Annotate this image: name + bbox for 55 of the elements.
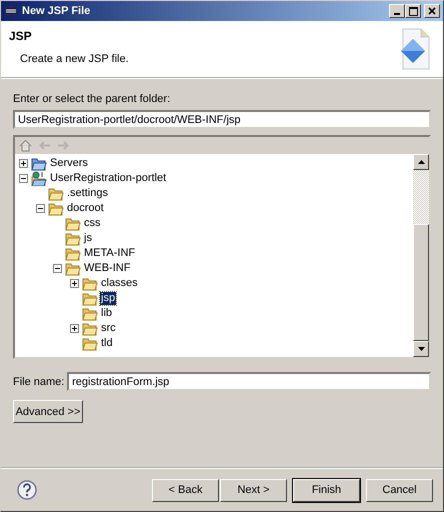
scrollbar[interactable]: [413, 154, 429, 358]
tree-item[interactable]: UserRegistration-portlet: [49, 172, 168, 186]
up-arrow-icon[interactable]: [418, 160, 424, 164]
tree-item[interactable]: src: [100, 322, 117, 336]
home-icon[interactable]: [19, 139, 32, 152]
tree-item[interactable]: tld: [100, 337, 114, 350]
tree-item[interactable]: WEB-INF: [83, 262, 132, 276]
eclipse-icon: [4, 4, 18, 18]
advanced-button[interactable]: Advanced >>: [13, 400, 83, 424]
dialog-button[interactable]: Finish: [293, 478, 360, 502]
folder-icon: [48, 201, 64, 216]
window-title: New JSP File: [22, 4, 92, 19]
maximize-button[interactable]: [405, 4, 422, 18]
maximize-icon: [408, 6, 418, 16]
file-name-label: File name:: [13, 374, 64, 390]
folder-icon: [82, 306, 98, 322]
dialog-button[interactable]: < Back: [152, 478, 219, 502]
dialog-button[interactable]: Cancel: [366, 478, 433, 502]
dialog-button[interactable]: Next >: [220, 478, 287, 502]
parent-folder-field[interactable]: UserRegistration-portlet/docroot/WEB-INF/jsp: [13, 110, 431, 130]
collapse-icon[interactable]: [19, 174, 28, 184]
expand-icon[interactable]: [19, 159, 28, 168]
folder-icon: [65, 261, 81, 276]
folder-icon: [31, 156, 47, 172]
tree-item[interactable]: js: [83, 232, 93, 246]
tree-item[interactable]: jsp: [100, 292, 116, 306]
tree-item[interactable]: css: [83, 217, 102, 230]
folder-icon: [82, 291, 98, 306]
folder-icon: [65, 246, 81, 262]
folder-icon: [65, 216, 81, 232]
expand-icon[interactable]: [70, 324, 79, 334]
folder-icon: [48, 186, 64, 202]
header-description: Create a new JSP file.: [19, 52, 130, 67]
close-button[interactable]: [424, 4, 440, 18]
file-name-field[interactable]: registrationForm.jsp: [67, 372, 431, 392]
expand-icon[interactable]: [70, 279, 79, 288]
tree-item[interactable]: META-INF: [83, 247, 136, 260]
folder-icon: [65, 231, 81, 246]
folder-icon: [82, 276, 98, 292]
folder-icon: [82, 321, 98, 336]
down-arrow-icon[interactable]: [418, 347, 424, 352]
tree-item[interactable]: Servers: [49, 157, 89, 170]
project-icon: [31, 171, 47, 186]
help-icon[interactable]: [17, 480, 37, 500]
close-icon: [428, 7, 436, 15]
header-title: JSP: [9, 28, 33, 45]
collapse-icon[interactable]: [53, 264, 62, 274]
tree-item[interactable]: docroot: [66, 202, 105, 216]
tree-item[interactable]: classes: [100, 277, 139, 290]
tree-item[interactable]: lib: [100, 307, 114, 320]
minimize-button[interactable]: [389, 4, 406, 18]
tree-item[interactable]: .settings: [66, 187, 109, 200]
parent-folder-label: Enter or select the parent folder:: [13, 92, 172, 107]
collapse-icon[interactable]: [36, 204, 45, 214]
folder-icon: [82, 336, 98, 352]
